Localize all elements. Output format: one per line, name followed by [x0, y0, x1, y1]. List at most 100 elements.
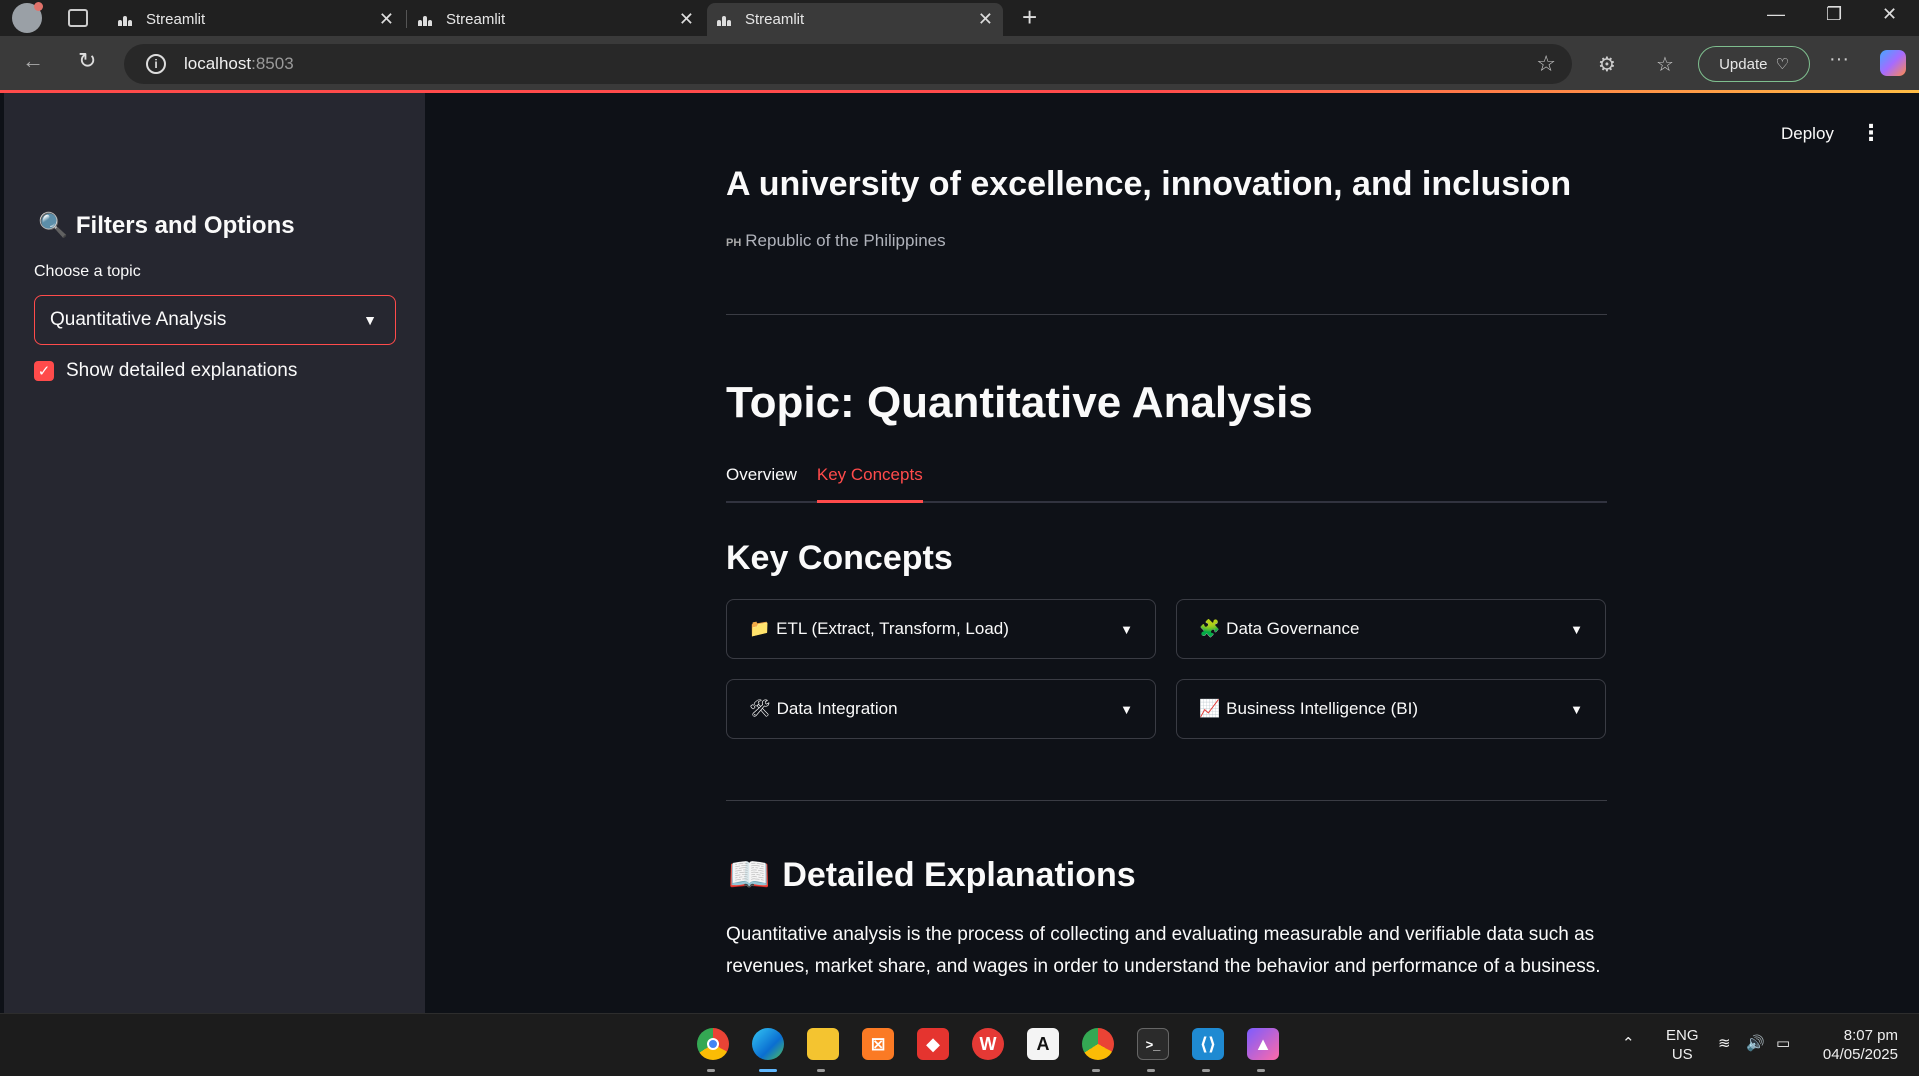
detailed-explanation-text: Quantitative analysis is the process of … [726, 924, 1601, 977]
streamlit-favicon-icon [717, 14, 733, 26]
show-hidden-icons-chevron-icon[interactable]: ⌃ [1622, 1034, 1635, 1053]
vscode-icon[interactable]: ⟨⟩ [1192, 1028, 1224, 1060]
favorites-icon[interactable]: ☆ [1656, 52, 1674, 77]
sidebar-title-text: Filters and Options [75, 211, 295, 239]
tools-icon: 🛠 [749, 699, 771, 718]
minimize-icon[interactable]: — [1767, 4, 1785, 25]
location-text: Republic of the Philippines [745, 231, 946, 250]
close-tab-icon[interactable]: ✕ [978, 9, 993, 30]
streamlit-favicon-icon [418, 14, 434, 26]
url-port: :8503 [251, 54, 294, 73]
restore-icon[interactable]: ❐ [1826, 4, 1842, 25]
update-label: Update [1719, 55, 1768, 73]
ph-flag-icon: PH [726, 237, 742, 249]
browser-tab-active[interactable]: Streamlit ✕ [707, 3, 1003, 36]
update-heart-icon: ♡ [1775, 56, 1789, 73]
profile-avatar-icon[interactable] [12, 2, 43, 33]
puzzle-icon: 🧩 [1199, 619, 1221, 638]
tab-title: Streamlit [146, 11, 206, 28]
browser-tab[interactable]: Streamlit ✕ [408, 3, 704, 36]
chevron-down-icon: ▼ [1120, 701, 1133, 717]
divider [726, 314, 1607, 315]
windows-start-icon[interactable] [642, 1028, 674, 1060]
checkbox-label: Show detailed explanations [66, 360, 298, 381]
expander-business-intelligence[interactable]: 📈 Business Intelligence (BI) ▼ [1176, 679, 1606, 739]
running-indicator [1092, 1069, 1100, 1072]
clock-date: 04/05/2025 [1822, 1046, 1898, 1063]
clock-time: 8:07 pm [1843, 1027, 1898, 1044]
expander-etl[interactable]: 📁 ETL (Extract, Transform, Load) ▼ [726, 599, 1156, 659]
language-indicator[interactable]: ENG US [1666, 1026, 1699, 1064]
text-editor-icon[interactable]: A [1027, 1028, 1059, 1060]
language-code: ENG [1666, 1027, 1699, 1044]
close-window-icon[interactable]: ✕ [1882, 4, 1897, 25]
tab-actions-icon[interactable] [68, 9, 88, 27]
running-indicator [1257, 1069, 1265, 1072]
chart-increasing-icon: 📈 [1199, 699, 1221, 718]
expander-label: Data Governance [1226, 619, 1360, 638]
tab-divider [406, 10, 407, 28]
topic-select-value: Quantitative Analysis [50, 309, 227, 330]
folder-icon: 📁 [749, 619, 771, 638]
site-info-icon[interactable]: i [146, 54, 166, 74]
page-title: A university of excellence, innovation, … [726, 165, 1572, 203]
tab-key-concepts[interactable]: Key Concepts [816, 465, 923, 503]
terminal-icon[interactable]: >_ [1137, 1028, 1169, 1060]
extensions-icon[interactable]: ⚙ [1598, 52, 1616, 77]
git-client-icon[interactable]: ◆ [917, 1028, 949, 1060]
deploy-button[interactable]: Deploy [1781, 124, 1834, 144]
edge-icon[interactable] [752, 1028, 784, 1060]
main-menu-icon[interactable]: ⋮ [1860, 120, 1882, 146]
more-menu-icon[interactable]: ··· [1829, 48, 1849, 71]
copilot-icon[interactable] [1880, 50, 1906, 76]
streamlit-favicon-icon [118, 14, 134, 26]
file-explorer-icon[interactable] [807, 1028, 839, 1060]
back-icon[interactable]: ← [22, 48, 44, 74]
chevron-down-icon: ▼ [363, 312, 377, 328]
chrome-icon[interactable] [697, 1028, 729, 1060]
expander-label: Data Integration [776, 699, 898, 718]
browser-tab[interactable]: Streamlit ✕ [108, 3, 404, 36]
tab-title: Streamlit [745, 11, 805, 28]
topic-heading: Topic: Quantitative Analysis [726, 378, 1313, 427]
chrome-profile-icon[interactable] [1082, 1028, 1114, 1060]
chevron-down-icon: ▼ [1120, 621, 1133, 637]
detailed-explanations-checkbox[interactable]: ✓ [34, 361, 54, 381]
expander-data-governance[interactable]: 🧩 Data Governance ▼ [1176, 599, 1606, 659]
tab-title: Streamlit [446, 11, 506, 28]
location-caption: PH Republic of the Philippines [726, 231, 946, 251]
close-tab-icon[interactable]: ✕ [379, 9, 394, 30]
address-toolbar: ← ↻ i localhost:8503 ☆ ⚙ ☆ Update ♡ ··· [0, 36, 1919, 90]
running-indicator [1202, 1069, 1210, 1072]
topic-tabs: Overview Key Concepts [726, 465, 1607, 503]
running-indicator [1147, 1069, 1155, 1072]
key-concepts-heading: Key Concepts [726, 539, 953, 577]
battery-icon[interactable]: ▭ [1776, 1034, 1790, 1053]
expander-label: Business Intelligence (BI) [1226, 699, 1418, 718]
topic-select[interactable]: Quantitative Analysis ▼ [34, 295, 396, 345]
clock[interactable]: 8:07 pm 04/05/2025 [1816, 1026, 1898, 1064]
topic-select-label: Choose a topic [34, 263, 141, 280]
detailed-explanations-checkbox-row[interactable]: ✓ Show detailed explanations [34, 360, 297, 382]
url-field[interactable]: i localhost:8503 ☆ [124, 44, 1572, 84]
running-indicator [707, 1069, 715, 1072]
expander-label: ETL (Extract, Transform, Load) [776, 619, 1009, 638]
divider [726, 800, 1607, 801]
wifi-icon[interactable]: ≋ [1718, 1034, 1731, 1053]
tab-overview[interactable]: Overview [726, 465, 797, 503]
windows-taskbar: ⊠ ◆ W A >_ ⟨⟩ ▲ ⌃ ENG US ≋ 🔊 ▭ 8:07 pm 0… [0, 1013, 1919, 1076]
reload-icon[interactable]: ↻ [78, 48, 96, 74]
chevron-down-icon: ▼ [1570, 621, 1583, 637]
update-button[interactable]: Update ♡ [1698, 46, 1810, 82]
favorite-star-icon[interactable]: ☆ [1536, 51, 1556, 77]
open-book-icon: 📖 [728, 856, 771, 894]
active-indicator [759, 1069, 777, 1072]
wps-office-icon[interactable]: W [972, 1028, 1004, 1060]
new-tab-icon[interactable]: + [1022, 2, 1037, 33]
keyboard-region: US [1671, 1046, 1693, 1063]
volume-icon[interactable]: 🔊 [1746, 1034, 1765, 1053]
xampp-icon[interactable]: ⊠ [862, 1028, 894, 1060]
close-tab-icon[interactable]: ✕ [679, 9, 694, 30]
app-icon[interactable]: ▲ [1247, 1028, 1279, 1060]
expander-data-integration[interactable]: 🛠 Data Integration ▼ [726, 679, 1156, 739]
